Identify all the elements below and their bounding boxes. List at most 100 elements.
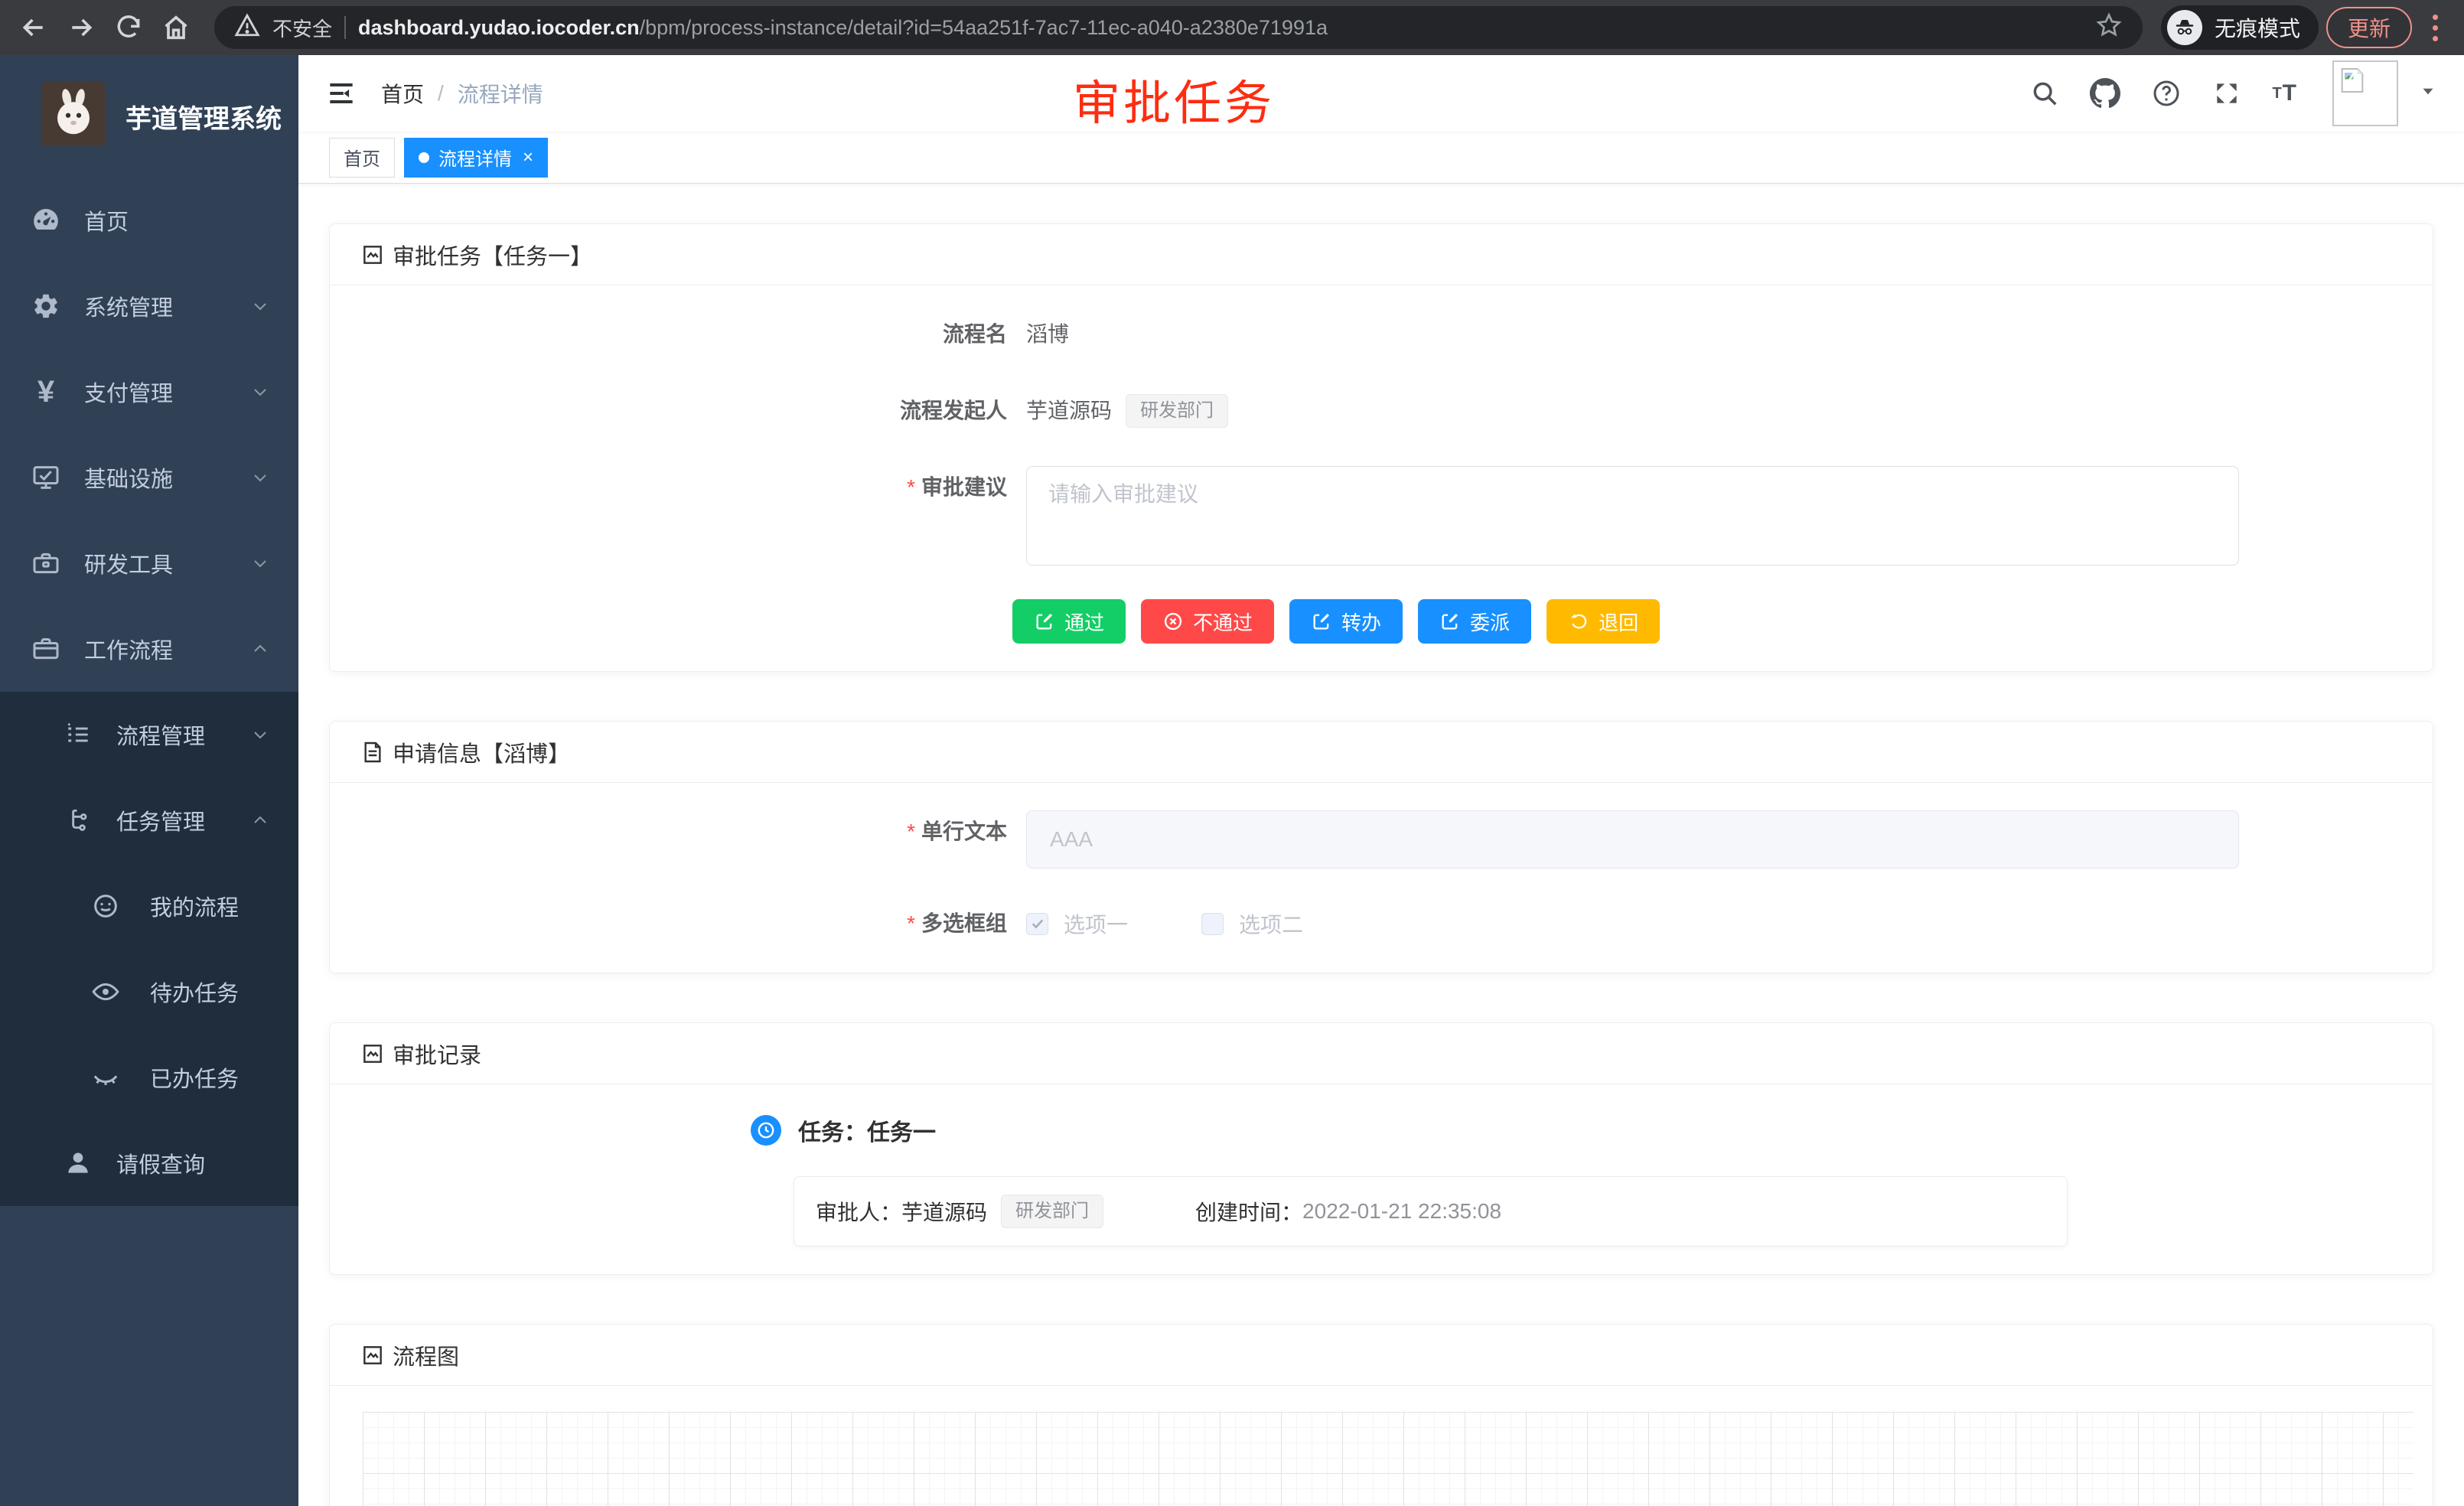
reload-icon[interactable] [109, 8, 148, 47]
sidebar-item-label: 支付管理 [84, 376, 173, 408]
task-title: 任务：任务一 [798, 1113, 936, 1147]
browser-update-button[interactable]: 更新 [2326, 7, 2412, 48]
return-button[interactable]: 退回 [1547, 599, 1660, 644]
url-bar[interactable]: 不安全 dashboard.yudao.iocoder.cn/bpm/proce… [214, 6, 2143, 49]
sidebar-item-label: 请假查询 [116, 1147, 205, 1179]
department-tag: 研发部门 [1001, 1195, 1103, 1228]
browser-menu-icon[interactable] [2420, 8, 2450, 47]
divider [344, 16, 346, 39]
breadcrumb: 首页 / 流程详情 [381, 78, 543, 109]
font-size-icon[interactable]: TT [2272, 80, 2297, 106]
top-navbar: 首页 / 流程详情 审批任务 TT [298, 55, 2464, 132]
close-icon[interactable]: × [523, 148, 533, 167]
page-content: 审批任务【任务一】 流程名 滔博 流程发起人 芋道源码 研发部门 [298, 184, 2464, 1506]
process-name-label: 流程名 [360, 313, 1026, 356]
tab-home[interactable]: 首页 [329, 138, 395, 178]
approve-button[interactable]: 通过 [1012, 599, 1126, 644]
sidebar-item-label: 流程管理 [116, 719, 205, 751]
sidebar-item-task-management[interactable]: 任务管理 [0, 777, 298, 863]
checkbox-group: 选项一 选项二 [1026, 902, 1303, 945]
sidebar-item-my-process[interactable]: 我的流程 [0, 863, 298, 949]
sidebar-item-label: 系统管理 [84, 290, 173, 322]
checkbox-group-label: *多选框组 [360, 902, 1026, 945]
sidebar-item-label: 待办任务 [150, 976, 239, 1008]
initiator-label: 流程发起人 [360, 390, 1026, 432]
sidebar-item-label: 研发工具 [84, 547, 173, 579]
help-icon[interactable] [2151, 78, 2182, 109]
checkbox-option-2: 选项二 [1201, 908, 1303, 939]
picture-icon [360, 243, 385, 267]
transfer-button[interactable]: 转办 [1289, 599, 1403, 644]
caret-down-icon[interactable] [2418, 81, 2438, 106]
sidebar-item-payment[interactable]: ¥ 支付管理 [0, 349, 298, 435]
picture-icon [360, 1041, 385, 1066]
eye-closed-icon [89, 1062, 122, 1093]
incognito-label: 无痕模式 [2215, 12, 2300, 43]
sidebar-item-dev-tools[interactable]: 研发工具 [0, 520, 298, 606]
reject-button[interactable]: 不通过 [1141, 599, 1274, 644]
approval-record-card: 审批记录 任务：任务一 审批人： 芋道源码 研发部门 [329, 1022, 2433, 1275]
approval-timeline: 任务：任务一 审批人： 芋道源码 研发部门 创建时间： 2022-01-21 2… [360, 1113, 2402, 1247]
tab-label: 首页 [344, 144, 380, 171]
tab-label: 流程详情 [438, 144, 512, 171]
url-text: dashboard.yudao.iocoder.cn/bpm/process-i… [358, 16, 1328, 40]
bpmn-canvas[interactable] [363, 1412, 2413, 1506]
picture-icon [360, 1343, 385, 1367]
annotation-text: 审批任务 [1073, 64, 1275, 133]
app-logo[interactable]: 芋道管理系统 [0, 55, 298, 178]
breadcrumb-current: 流程详情 [458, 78, 543, 109]
sidebar-item-infrastructure[interactable]: 基础设施 [0, 435, 298, 520]
sidebar-item-label: 已办任务 [150, 1061, 239, 1094]
github-icon[interactable] [2090, 78, 2120, 109]
app-title: 芋道管理系统 [125, 98, 282, 135]
sidebar-item-workflow[interactable]: 工作流程 [0, 606, 298, 692]
gear-icon [29, 292, 63, 321]
broken-image-icon [2337, 65, 2368, 96]
sidebar-item-done-tasks[interactable]: 已办任务 [0, 1035, 298, 1120]
sidebar-item-system[interactable]: 系统管理 [0, 263, 298, 349]
sidebar-item-leave-query[interactable]: 请假查询 [0, 1120, 298, 1206]
breadcrumb-separator: / [438, 81, 444, 106]
sidebar-item-process-management[interactable]: 流程管理 [0, 692, 298, 777]
sidebar-item-label: 任务管理 [116, 804, 205, 836]
clock-icon [751, 1115, 781, 1146]
breadcrumb-home[interactable]: 首页 [381, 78, 424, 109]
sidebar-toggle-icon[interactable] [324, 77, 358, 110]
delegate-button[interactable]: 委派 [1418, 599, 1531, 644]
card-header: 审批任务【任务一】 [330, 224, 2433, 285]
checkbox-option-1: 选项一 [1026, 908, 1128, 939]
face-icon [89, 891, 122, 921]
incognito-icon [2167, 10, 2202, 45]
security-label[interactable]: 不安全 [272, 14, 332, 42]
logo-image [41, 82, 106, 152]
card-title: 审批记录 [393, 1038, 481, 1070]
search-icon[interactable] [2030, 79, 2059, 108]
approval-task-card: 审批任务【任务一】 流程名 滔博 流程发起人 芋道源码 研发部门 [329, 223, 2433, 672]
home-icon[interactable] [156, 8, 196, 47]
advice-textarea[interactable] [1026, 466, 2239, 566]
back-icon[interactable] [14, 8, 54, 47]
approver-label: 审批人： [816, 1196, 901, 1227]
fullscreen-icon[interactable] [2212, 79, 2241, 108]
card-header: 审批记录 [330, 1023, 2433, 1084]
workflow-submenu: 流程管理 任务管理 我的流程 待办任务 [0, 692, 298, 1206]
chevron-down-icon [251, 554, 269, 572]
tab-process-detail[interactable]: 流程详情 × [404, 138, 548, 178]
advice-label: *审批建议 [360, 466, 1026, 509]
sidebar-item-todo-tasks[interactable]: 待办任务 [0, 949, 298, 1035]
chevron-down-icon [251, 468, 269, 487]
text-field-label: *单行文本 [360, 810, 1026, 853]
sidebar-item-label: 工作流程 [84, 633, 173, 665]
chevron-up-icon [251, 811, 269, 830]
sidebar-item-home[interactable]: 首页 [0, 178, 298, 263]
chevron-down-icon [251, 297, 269, 315]
bookmark-star-icon[interactable] [2095, 11, 2123, 44]
forward-icon[interactable] [61, 8, 101, 47]
application-info-card: 申请信息【滔博】 *单行文本 *多选框组 选项一 [329, 721, 2433, 973]
avatar[interactable] [2332, 60, 2398, 126]
browser-toolbar: 不安全 dashboard.yudao.iocoder.cn/bpm/proce… [0, 0, 2464, 55]
incognito-badge: 无痕模式 [2161, 5, 2319, 50]
dashboard-icon [29, 205, 63, 236]
tags-view-bar: 首页 流程详情 × [298, 132, 2464, 184]
department-tag: 研发部门 [1126, 394, 1228, 428]
